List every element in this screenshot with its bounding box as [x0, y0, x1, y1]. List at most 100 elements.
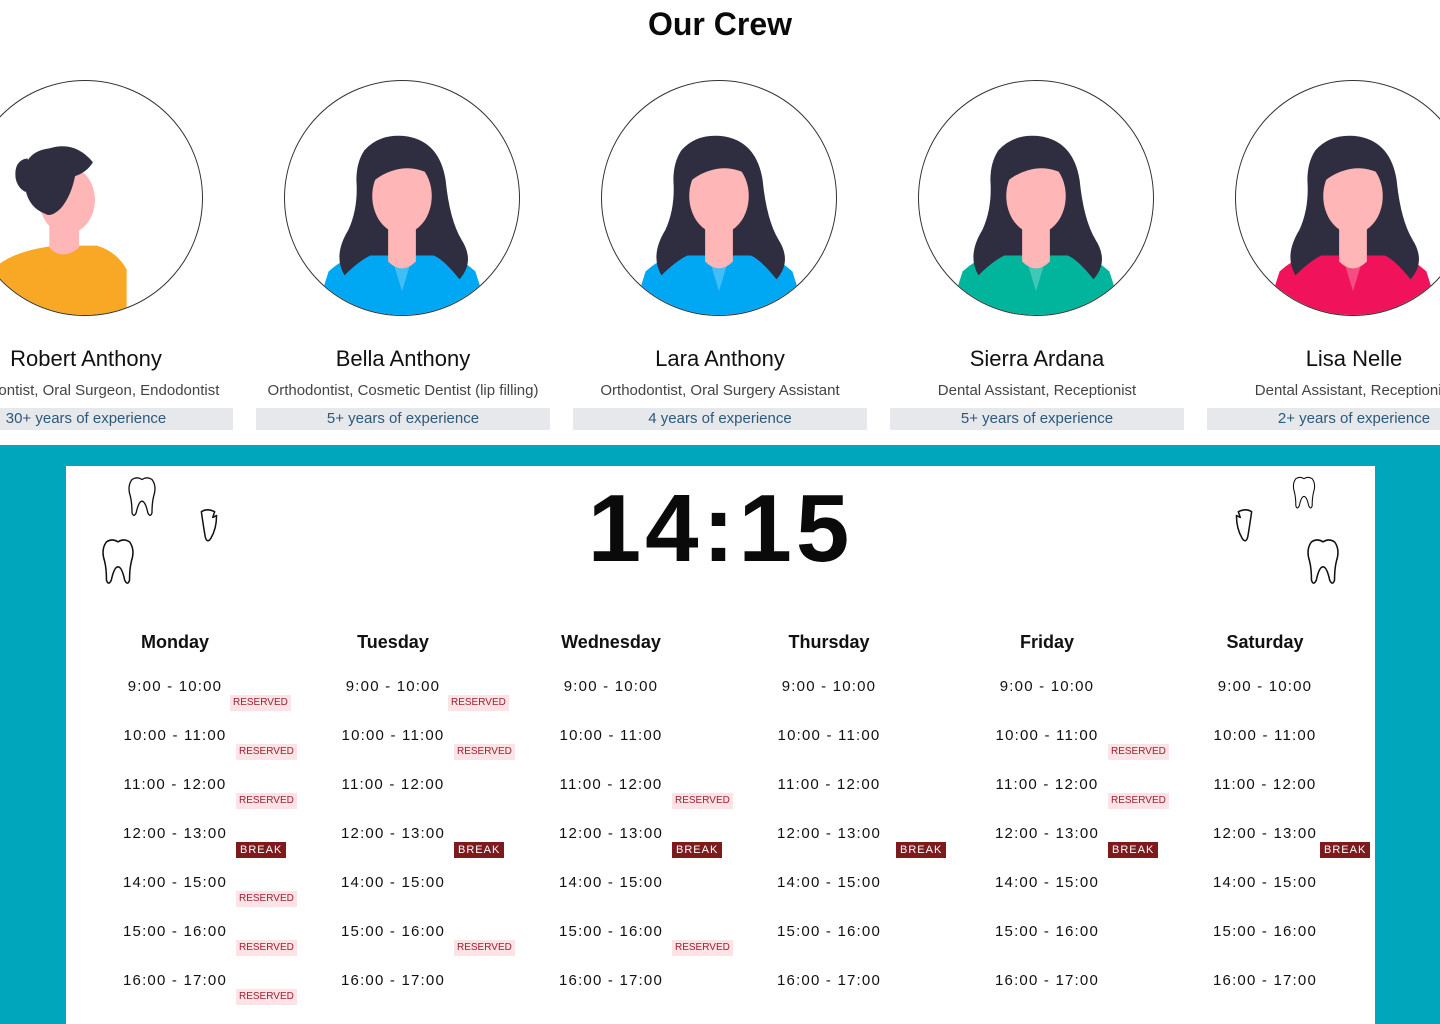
time-slot-label: 12:00 - 13:00	[340, 825, 445, 842]
time-slot[interactable]: 16:00 - 17:00	[502, 972, 720, 1021]
time-slot-label: 16:00 - 17:00	[776, 972, 881, 989]
time-slot[interactable]: 10:00 - 11:00 RESERVED	[938, 727, 1169, 776]
man-avatar-icon	[0, 80, 203, 316]
time-slot[interactable]: 16:00 - 17:00	[1156, 972, 1374, 1021]
time-slot[interactable]: 15:00 - 16:00	[720, 923, 938, 972]
day-name: Friday	[1019, 632, 1075, 652]
time-slot-label: 9:00 - 10:00	[1217, 678, 1313, 695]
time-slot[interactable]: 15:00 - 16:00 RESERVED	[66, 923, 297, 972]
time-slot[interactable]: 9:00 - 10:00	[720, 678, 938, 727]
time-slot-label: 9:00 - 10:00	[127, 678, 223, 695]
tooth-icon	[1307, 539, 1339, 584]
time-slot[interactable]: 16:00 - 17:00	[938, 972, 1156, 1021]
crew-member-card: Sierra Ardana Dental Assistant, Reception…	[890, 80, 1184, 432]
time-slot-label: 16:00 - 17:00	[340, 972, 445, 989]
time-slot[interactable]: 12:00 - 13:00 BREAK	[284, 825, 505, 874]
time-slot-label: 12:00 - 13:00	[1212, 825, 1317, 842]
time-slot[interactable]: 9:00 - 10:00	[938, 678, 1156, 727]
time-slot-label: 11:00 - 12:00	[995, 776, 1099, 793]
time-slot[interactable]: 9:00 - 10:00	[1156, 678, 1374, 727]
crew-member-experience: 30+ years of experience	[0, 408, 233, 430]
time-slot-label: 9:00 - 10:00	[781, 678, 877, 695]
time-slot-label: 10:00 - 11:00	[777, 727, 881, 744]
time-slot-label: 14:00 - 15:00	[994, 874, 1099, 891]
tooth-icon	[128, 477, 156, 516]
crew-member-experience: 4 years of experience	[573, 408, 867, 430]
time-slot-label: 15:00 - 16:00	[340, 923, 445, 940]
time-slot-label: 10:00 - 11:00	[559, 727, 663, 744]
time-slot[interactable]: 15:00 - 16:00 RESERVED	[284, 923, 515, 972]
time-slot-label: 16:00 - 17:00	[994, 972, 1099, 989]
time-slot-label: 9:00 - 10:00	[999, 678, 1095, 695]
time-slot[interactable]: 10:00 - 11:00	[1156, 727, 1374, 776]
time-slot[interactable]: 14:00 - 15:00 RESERVED	[66, 874, 297, 923]
time-slot[interactable]: 11:00 - 12:00	[720, 776, 938, 825]
time-slot-label: 16:00 - 17:00	[558, 972, 663, 989]
time-slot[interactable]: 11:00 - 12:00 RESERVED	[66, 776, 297, 825]
time-slot[interactable]: 16:00 - 17:00 RESERVED	[66, 972, 297, 1021]
break-badge: BREAK	[1320, 842, 1371, 858]
time-slot[interactable]: 12:00 - 13:00 BREAK	[938, 825, 1159, 874]
crew-member-card: Lara Anthony Orthodontist, Oral Surgery A…	[573, 80, 867, 432]
time-slot[interactable]: 12:00 - 13:00 BREAK	[1156, 825, 1374, 874]
woman-avatar-icon	[1235, 80, 1440, 316]
time-slot-label: 16:00 - 17:00	[1212, 972, 1317, 989]
time-slot[interactable]: 11:00 - 12:00 RESERVED	[502, 776, 733, 825]
time-slot-label: 12:00 - 13:00	[558, 825, 663, 842]
crew-member-experience: 5+ years of experience	[256, 408, 550, 430]
crew-member-card: Lisa Nelle Dental Assistant, Receptionist…	[1207, 80, 1440, 432]
time-slot[interactable]: 9:00 - 10:00 RESERVED	[284, 678, 509, 727]
time-slot-label: 14:00 - 15:00	[340, 874, 445, 891]
time-slot[interactable]: 15:00 - 16:00	[938, 923, 1156, 972]
time-slot-label: 10:00 - 11:00	[1213, 727, 1317, 744]
time-slot-label: 15:00 - 16:00	[994, 923, 1099, 940]
time-slot-label: 15:00 - 16:00	[122, 923, 227, 940]
time-slot[interactable]: 12:00 - 13:00 BREAK	[66, 825, 287, 874]
break-badge: BREAK	[236, 842, 287, 858]
time-slot[interactable]: 15:00 - 16:00	[1156, 923, 1374, 972]
time-slot-label: 12:00 - 13:00	[776, 825, 881, 842]
time-slot-label: 12:00 - 13:00	[122, 825, 227, 842]
time-slot[interactable]: 11:00 - 12:00 RESERVED	[938, 776, 1169, 825]
time-slot[interactable]: 10:00 - 11:00 RESERVED	[66, 727, 297, 776]
reserved-badge: RESERVED	[230, 695, 291, 711]
time-slot-label: 11:00 - 12:00	[777, 776, 881, 793]
time-slot[interactable]: 14:00 - 15:00	[502, 874, 720, 923]
time-slot[interactable]: 12:00 - 13:00 BREAK	[502, 825, 723, 874]
time-slot[interactable]: 14:00 - 15:00	[284, 874, 502, 923]
crew-member-role: Dental Assistant, Receptionist	[1254, 382, 1440, 399]
time-slot[interactable]: 11:00 - 12:00	[1156, 776, 1374, 825]
time-slot[interactable]: 11:00 - 12:00	[284, 776, 502, 825]
time-slot[interactable]: 16:00 - 17:00	[720, 972, 938, 1021]
day-name: Thursday	[788, 632, 870, 652]
day-name: Monday	[140, 632, 209, 652]
time-slot-label: 14:00 - 15:00	[1212, 874, 1317, 891]
time-slot-label: 9:00 - 10:00	[345, 678, 441, 695]
time-slot-label: 10:00 - 11:00	[123, 727, 227, 744]
time-slot[interactable]: 9:00 - 10:00	[502, 678, 720, 727]
time-slot[interactable]: 14:00 - 15:00	[938, 874, 1156, 923]
time-slot[interactable]: 14:00 - 15:00	[720, 874, 938, 923]
time-slot[interactable]: 9:00 - 10:00 RESERVED	[66, 678, 291, 727]
time-slot-label: 11:00 - 12:00	[341, 776, 445, 793]
time-slot[interactable]: 16:00 - 17:00	[284, 972, 502, 1021]
time-slot[interactable]: 14:00 - 15:00	[1156, 874, 1374, 923]
time-slot[interactable]: 10:00 - 11:00	[502, 727, 720, 776]
day-name: Wednesday	[561, 632, 661, 652]
clock-display: 14:15	[587, 475, 854, 582]
time-slot-label: 9:00 - 10:00	[563, 678, 659, 695]
time-slot-label: 11:00 - 12:00	[123, 776, 227, 793]
time-slot[interactable]: 10:00 - 11:00 RESERVED	[284, 727, 515, 776]
time-slot[interactable]: 10:00 - 11:00	[720, 727, 938, 776]
time-slot[interactable]: 12:00 - 13:00 BREAK	[720, 825, 947, 874]
woman-avatar-icon	[601, 80, 837, 316]
woman-avatar-icon	[918, 80, 1154, 316]
time-slot[interactable]: 15:00 - 16:00 RESERVED	[502, 923, 733, 972]
break-badge: BREAK	[672, 842, 723, 858]
day-name: Tuesday	[357, 632, 429, 652]
crew-member-card: Bella Anthony Orthodontist, Cosmetic Dent…	[256, 80, 550, 432]
time-slot-label: 16:00 - 17:00	[122, 972, 227, 989]
schedule-card: 14:15 Monday 9:00 - 10:00 RESERVED 10:00 - …	[66, 466, 1375, 1024]
crew-title: Our Crew	[647, 6, 793, 42]
time-slot-label: 10:00 - 11:00	[341, 727, 445, 744]
